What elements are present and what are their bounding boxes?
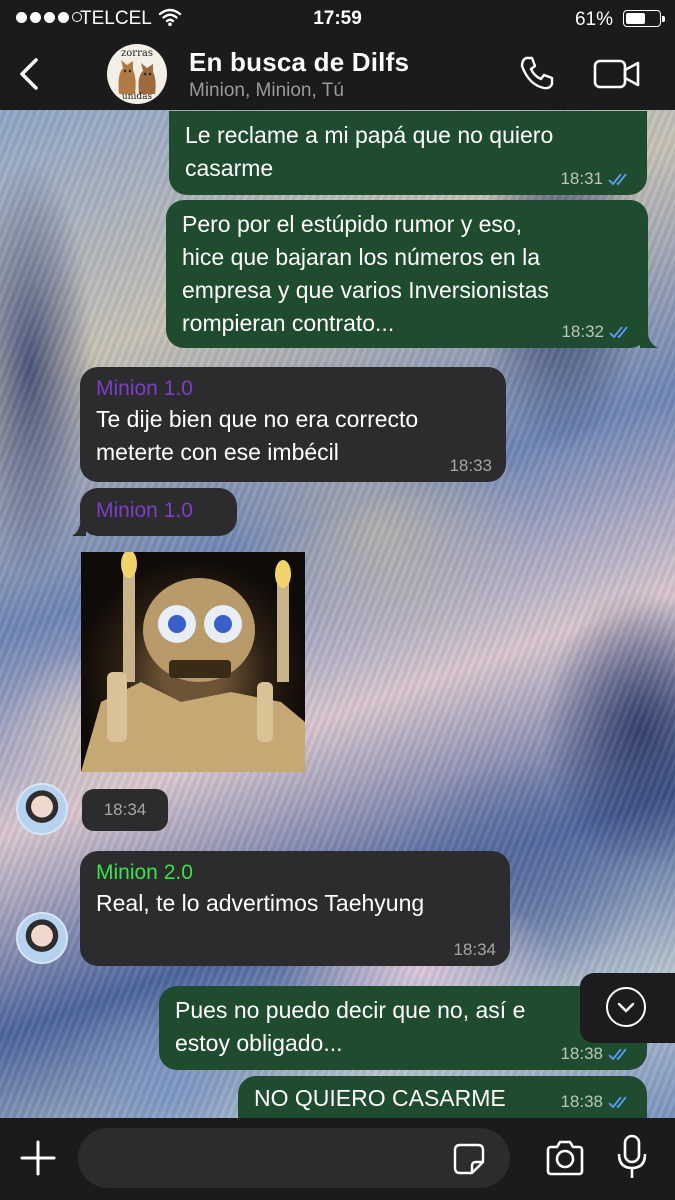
status-time: 17:59 [313, 8, 362, 29]
user-avatar[interactable] [16, 912, 68, 964]
message-input-bar [0, 1118, 675, 1200]
phone-icon[interactable] [517, 53, 557, 93]
double-check-icon [608, 173, 627, 186]
double-check-icon [608, 1096, 627, 1109]
message-text: Le reclame a mi papá que no quiero [185, 122, 554, 148]
user-avatar[interactable] [16, 783, 68, 835]
message-text: Real, te lo advertimos Taehyung [96, 890, 425, 916]
message-time: 18:38 [560, 1044, 603, 1063]
chevron-left-icon[interactable] [10, 52, 50, 96]
message-text: hice que bajaran los números en la [182, 244, 541, 270]
message-text: meterte con ese imbécil [96, 439, 339, 465]
double-check-icon [609, 326, 628, 339]
skeleton-sticker[interactable] [81, 552, 305, 772]
message-clip: NO QUIERO CASARME 18:38 [0, 1076, 675, 1118]
message-time: 18:38 [560, 1092, 603, 1111]
message-time: 18:31 [560, 169, 603, 188]
message-input[interactable] [78, 1128, 510, 1188]
scroll-to-bottom-button[interactable] [580, 973, 675, 1043]
chat-header: zorras unidas En busca de Dilfs Minion, … [0, 38, 675, 110]
chevron-down-icon [606, 987, 646, 1027]
sticker-icon[interactable] [452, 1142, 486, 1176]
battery-icon [623, 10, 665, 27]
message-meta: 18:31 [560, 169, 633, 189]
message-time: 18:34 [82, 789, 168, 831]
skeleton-illustration [81, 552, 305, 772]
chat-title[interactable]: En busca de Dilfs [189, 47, 409, 78]
battery-percent: 61% [574, 9, 613, 30]
message-meta: 18:38 [560, 1092, 633, 1112]
message-meta: 18:34 [453, 940, 496, 960]
message-text: Pues no puedo decir que no, así e [175, 997, 526, 1023]
message-time: 18:32 [561, 322, 604, 341]
avatar-text-bottom: unidas [121, 92, 153, 102]
plus-icon[interactable] [18, 1138, 58, 1178]
group-avatar[interactable]: zorras unidas [107, 44, 167, 104]
double-check-icon [608, 1048, 627, 1061]
message-text: empresa y que varios Inversionistas [182, 277, 549, 303]
message-time: 18:34 [453, 940, 496, 959]
message-text: Te dije bien que no era correcto [96, 406, 419, 432]
sender-name: Minion 1.0 [96, 377, 193, 400]
incoming-message[interactable]: Minion 1.0 Te dije bien que no era corre… [80, 367, 506, 482]
outgoing-message[interactable]: Pues no puedo decir que no, así e estoy … [159, 986, 647, 1070]
incoming-message[interactable]: Minion 2.0 Real, te lo advertimos Taehyu… [80, 851, 510, 966]
sender-name: Minion 1.0 [96, 499, 193, 522]
outgoing-message[interactable]: NO QUIERO CASARME 18:38 [238, 1076, 647, 1118]
message-meta: 18:32 [561, 322, 634, 342]
message-meta: 18:33 [449, 456, 492, 476]
outgoing-message[interactable]: Le reclame a mi papá que no quiero casar… [169, 111, 647, 195]
camera-icon[interactable] [544, 1138, 586, 1178]
chat-participants[interactable]: Minion, Minion, Tú [189, 80, 344, 102]
sender-label-bubble: Minion 1.0 [80, 488, 237, 536]
microphone-icon[interactable] [615, 1134, 649, 1180]
message-meta: 18:38 [560, 1044, 633, 1064]
message-time: 18:33 [449, 456, 492, 475]
message-text: Pero por el estúpido rumor y eso, [182, 211, 523, 237]
bubble-tail [640, 326, 658, 348]
video-camera-icon[interactable] [592, 56, 642, 92]
sender-name: Minion 2.0 [96, 861, 193, 884]
outgoing-message[interactable]: Pero por el estúpido rumor y eso, hice q… [166, 200, 648, 348]
status-bar: TELCEL 17:59 61% [0, 0, 675, 38]
bubble-tail [72, 516, 86, 536]
